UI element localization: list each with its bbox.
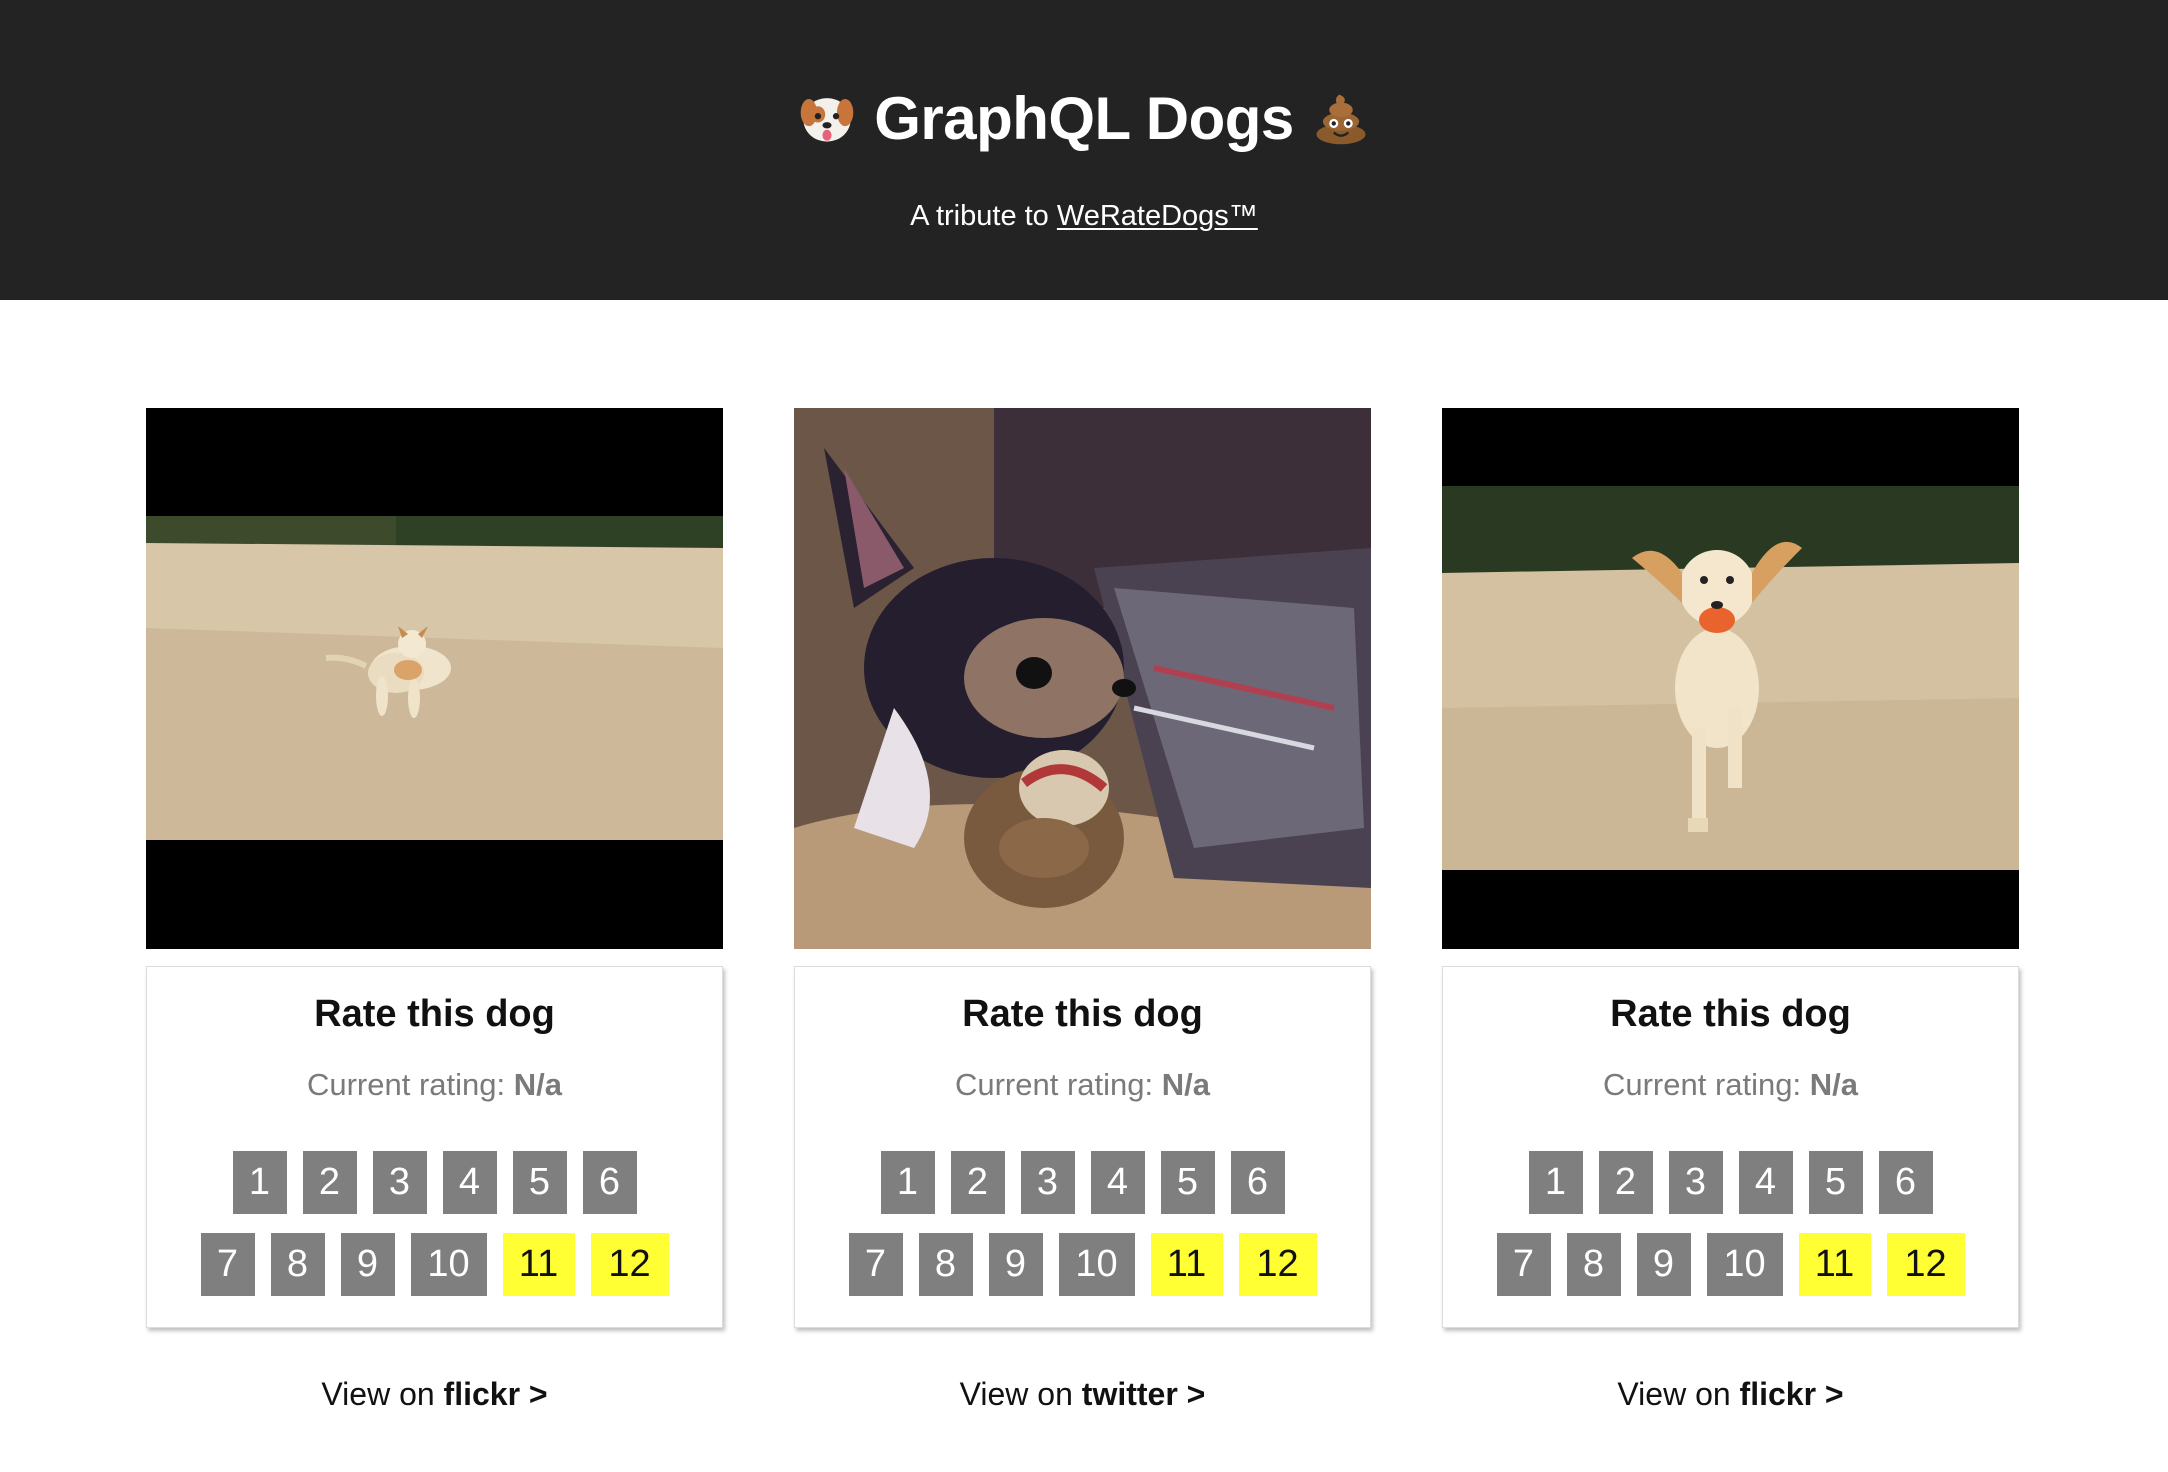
view-prefix: View on: [1617, 1376, 1740, 1412]
rate-button-6[interactable]: 6: [582, 1151, 637, 1214]
rate-button-6[interactable]: 6: [1878, 1151, 1933, 1214]
dog-photo[interactable]: [1442, 408, 2019, 949]
rate-button-8[interactable]: 8: [918, 1233, 973, 1296]
rate-button-3[interactable]: 3: [372, 1151, 427, 1214]
rate-button-2[interactable]: 2: [1598, 1151, 1653, 1214]
view-source: flickr >: [1739, 1376, 1844, 1412]
dog-card: Rate this dog Current rating: N/a 1 2 3 …: [794, 408, 1371, 1413]
weratedogs-link[interactable]: WeRateDogs™: [1057, 200, 1258, 232]
rate-button-4[interactable]: 4: [1090, 1151, 1145, 1214]
title-row: GraphQL Dogs: [0, 78, 2168, 158]
rating-label: Current rating:: [306, 1067, 514, 1102]
rating-row-2: 7 8 9 10 11 12: [1443, 1233, 2018, 1296]
rate-button-5[interactable]: 5: [1808, 1151, 1863, 1214]
rate-title: Rate this dog: [962, 993, 1203, 1035]
rating-value: N/a: [1161, 1067, 1210, 1102]
rate-button-4[interactable]: 4: [442, 1151, 497, 1214]
rating-panel: Rate this dog Current rating: N/a 1 2 3 …: [1442, 966, 2019, 1328]
rating-row-1: 1 2 3 4 5 6: [795, 1151, 1370, 1214]
pile-of-poo-icon: [1316, 94, 1366, 145]
rate-button-11[interactable]: 11: [1798, 1233, 1871, 1296]
rating-value: N/a: [513, 1067, 562, 1102]
dog-card: Rate this dog Current rating: N/a 1 2 3 …: [146, 408, 723, 1413]
rate-button-1[interactable]: 1: [232, 1151, 287, 1214]
rate-button-7[interactable]: 7: [1496, 1233, 1551, 1296]
rate-button-2[interactable]: 2: [950, 1151, 1005, 1214]
rate-button-3[interactable]: 3: [1020, 1151, 1075, 1214]
view-source: flickr >: [443, 1376, 548, 1412]
page-title: GraphQL Dogs: [874, 84, 1294, 152]
rate-button-11[interactable]: 11: [1150, 1233, 1223, 1296]
rate-button-1[interactable]: 1: [1528, 1151, 1583, 1214]
current-rating: Current rating: N/a: [795, 1067, 1370, 1103]
dog-photo[interactable]: [794, 408, 1371, 949]
rate-button-7[interactable]: 7: [200, 1233, 255, 1296]
rating-panel: Rate this dog Current rating: N/a 1 2 3 …: [146, 966, 723, 1328]
rate-button-9[interactable]: 9: [340, 1233, 395, 1296]
subtitle: A tribute to WeRateDogs™: [0, 200, 2168, 233]
rating-row-2: 7 8 9 10 11 12: [795, 1233, 1370, 1296]
rate-button-12[interactable]: 12: [1886, 1233, 1965, 1296]
subtitle-prefix: A tribute to: [910, 200, 1057, 232]
rate-title: Rate this dog: [1610, 993, 1851, 1035]
view-source-link[interactable]: View on twitter >: [794, 1376, 1371, 1413]
rate-button-9[interactable]: 9: [1636, 1233, 1691, 1296]
rating-label: Current rating:: [954, 1067, 1162, 1102]
rating-label: Current rating:: [1602, 1067, 1810, 1102]
view-prefix: View on: [959, 1376, 1082, 1412]
rating-row-2: 7 8 9 10 11 12: [147, 1233, 722, 1296]
view-source: twitter >: [1081, 1376, 1206, 1412]
rate-button-7[interactable]: 7: [848, 1233, 903, 1296]
site-header: GraphQL Dogs A tribute to WeRateDogs™: [0, 0, 2168, 300]
rate-button-9[interactable]: 9: [988, 1233, 1043, 1296]
current-rating: Current rating: N/a: [147, 1067, 722, 1103]
rating-row-1: 1 2 3 4 5 6: [1443, 1151, 2018, 1214]
rating-row-1: 1 2 3 4 5 6: [147, 1151, 722, 1214]
rate-title: Rate this dog: [314, 993, 555, 1035]
view-source-link[interactable]: View on flickr >: [1442, 1376, 2019, 1413]
dog-photo-image: [1442, 408, 2019, 949]
rate-button-8[interactable]: 8: [1566, 1233, 1621, 1296]
rate-button-12[interactable]: 12: [590, 1233, 669, 1296]
rate-button-5[interactable]: 5: [512, 1151, 567, 1214]
rate-button-10[interactable]: 10: [410, 1233, 487, 1296]
rate-button-3[interactable]: 3: [1668, 1151, 1723, 1214]
rate-button-6[interactable]: 6: [1230, 1151, 1285, 1214]
dog-face-icon: [800, 98, 854, 142]
rate-button-4[interactable]: 4: [1738, 1151, 1793, 1214]
rate-button-10[interactable]: 10: [1058, 1233, 1135, 1296]
rating-panel: Rate this dog Current rating: N/a 1 2 3 …: [794, 966, 1371, 1328]
rate-button-10[interactable]: 10: [1706, 1233, 1783, 1296]
rate-button-5[interactable]: 5: [1160, 1151, 1215, 1214]
view-source-link[interactable]: View on flickr >: [146, 1376, 723, 1413]
dog-photo-image: [794, 408, 1371, 949]
rate-button-1[interactable]: 1: [880, 1151, 935, 1214]
rate-button-8[interactable]: 8: [270, 1233, 325, 1296]
view-prefix: View on: [321, 1376, 444, 1412]
dog-photo[interactable]: [146, 408, 723, 949]
dog-card: Rate this dog Current rating: N/a 1 2 3 …: [1442, 408, 2019, 1413]
rate-button-11[interactable]: 11: [502, 1233, 575, 1296]
rating-value: N/a: [1809, 1067, 1858, 1102]
dog-photo-image: [146, 408, 723, 949]
current-rating: Current rating: N/a: [1443, 1067, 2018, 1103]
rate-button-2[interactable]: 2: [302, 1151, 357, 1214]
rate-button-12[interactable]: 12: [1238, 1233, 1317, 1296]
